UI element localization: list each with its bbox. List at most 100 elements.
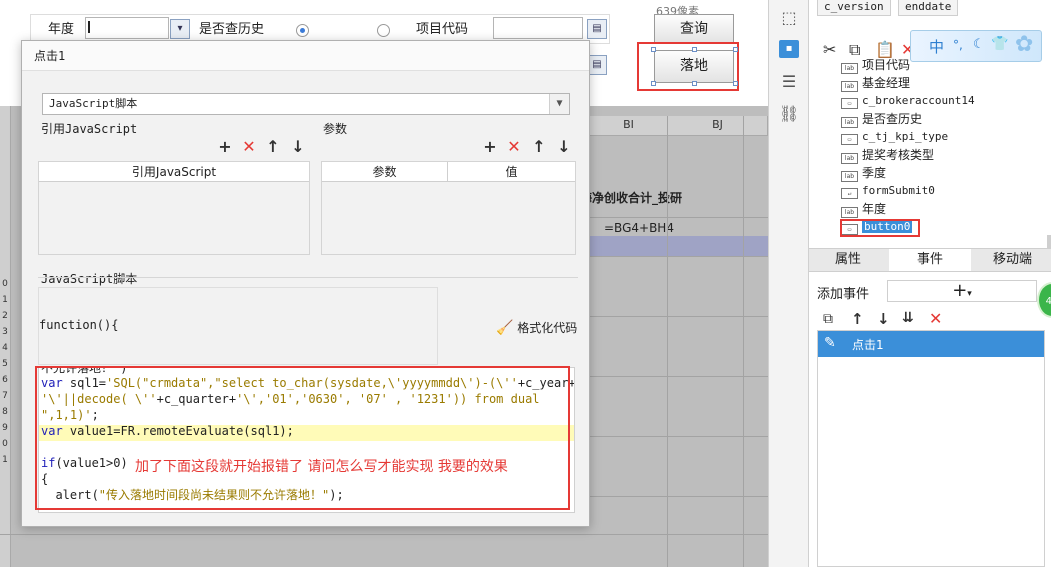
event-list-item[interactable]: ✎ 点击1 <box>818 331 1044 357</box>
params-label: 参数 <box>323 122 348 136</box>
label-widget-icon: lab <box>841 81 858 92</box>
remove-param-icon[interactable]: ✕ <box>506 139 522 155</box>
remove-ref-icon[interactable]: ✕ <box>241 139 257 155</box>
event-editor-dialog: 点击1 JavaScript脚本 ▼ 引用JavaScript 参数 + ✕ ↑… <box>21 40 590 527</box>
grid-line <box>590 376 768 377</box>
add-ref-icon[interactable]: + <box>217 139 233 155</box>
scrollbar[interactable] <box>1047 235 1051 249</box>
delete-event-icon[interactable]: ✕ <box>929 309 942 328</box>
tree-item[interactable]: lab 季度 <box>841 164 886 182</box>
resize-handle[interactable] <box>651 81 656 86</box>
move-up-ref-icon[interactable]: ↑ <box>265 139 281 155</box>
resize-handle[interactable] <box>733 81 738 86</box>
text-cursor <box>88 21 90 33</box>
value-column-header: 值 <box>448 162 575 182</box>
param-chip-enddate[interactable]: enddate <box>898 0 959 16</box>
move-bottom-icon[interactable]: ⇊ <box>902 310 914 326</box>
tree-item[interactable]: lab 基金经理 <box>841 74 910 92</box>
move-up-icon[interactable]: ↑ <box>851 310 864 328</box>
link-icon[interactable]: ⛓ <box>779 104 799 124</box>
widget-icon[interactable]: ▪ <box>779 40 799 58</box>
tree-item-label: formSubmit0 <box>862 184 935 197</box>
format-code-label: 格式化代码 <box>517 321 578 335</box>
param-chip-version[interactable]: c_version <box>817 0 891 16</box>
tree-item[interactable]: lab 项目代码 <box>841 56 910 74</box>
event-item-label: 点击1 <box>852 338 884 352</box>
button0-highlight <box>840 219 920 237</box>
row-number: 7 <box>2 391 8 401</box>
label-widget-icon: lab <box>841 63 858 74</box>
second-picker-button[interactable]: ▤ <box>587 55 607 75</box>
chevron-down-icon[interactable]: ▼ <box>549 94 569 114</box>
add-param-icon[interactable]: + <box>482 139 498 155</box>
row-number: 2 <box>2 311 8 321</box>
grid-line <box>590 496 768 497</box>
project-code-picker-button[interactable]: ▤ <box>587 19 607 39</box>
layers-icon[interactable]: ☰ <box>779 72 799 92</box>
move-up-param-icon[interactable]: ↑ <box>531 139 547 155</box>
resize-handle[interactable] <box>733 47 738 52</box>
script-type-select[interactable]: JavaScript脚本 ▼ <box>42 93 570 115</box>
ime-toolbar[interactable]: 中 °, ☾ 👕 ✿ <box>910 30 1042 62</box>
tab-events[interactable]: 事件 <box>889 249 971 271</box>
history-radio-yes[interactable] <box>296 24 309 37</box>
grid-line <box>743 116 744 567</box>
chevron-down-icon: ▾ <box>967 289 972 299</box>
tree-item[interactable]: ↵ formSubmit0 <box>841 182 935 200</box>
tree-item[interactable]: ▭ c_brokeraccount14 <box>841 92 975 110</box>
history-radio-no[interactable] <box>377 24 390 37</box>
panel-tabs: 属性 事件 移动端 <box>809 248 1051 272</box>
query-button[interactable]: 查询 <box>654 14 734 44</box>
badge[interactable]: 49 <box>1037 282 1051 318</box>
label-widget-icon: lab <box>841 153 858 164</box>
dialog-title: 点击1 <box>22 41 589 71</box>
param-column-header: 参数 <box>322 162 448 182</box>
year-input[interactable] <box>85 17 169 39</box>
year-dropdown-button[interactable]: ▾ <box>170 19 190 39</box>
tree-item[interactable]: lab 提奖考核类型 <box>841 146 934 164</box>
project-code-input[interactable] <box>493 17 583 39</box>
tree-item[interactable]: ▭ c_tj_kpi_type <box>841 128 948 146</box>
move-down-ref-icon[interactable]: ↓ <box>290 139 306 155</box>
tree-item-label: c_tj_kpi_type <box>862 130 949 143</box>
move-down-param-icon[interactable]: ↓ <box>556 139 572 155</box>
landing-button[interactable]: 落地 <box>654 50 734 83</box>
divider <box>38 277 578 278</box>
widget-panel: c_version enddate ✂ ⧉ 📋 ✕ lab 项目代码 lab 基金经… <box>808 0 1051 567</box>
row-number: 6 <box>2 375 8 385</box>
ref-js-label: 引用JavaScript <box>41 122 138 136</box>
selected-row-band <box>590 236 768 256</box>
tree-item-label: c_brokeraccount14 <box>862 94 975 107</box>
tree-item-label: 提奖考核类型 <box>862 148 935 162</box>
grid-line <box>0 534 768 535</box>
tab-properties[interactable]: 属性 <box>809 249 887 271</box>
frame-icon[interactable]: ⬚ <box>779 8 799 28</box>
grid-line <box>590 436 768 437</box>
text-field-icon: ▭ <box>841 134 858 145</box>
cut-icon[interactable]: ✂ <box>823 40 836 59</box>
add-event-dropdown[interactable]: +▾ <box>887 280 1037 302</box>
row-number: 0 <box>2 279 8 289</box>
resize-handle[interactable] <box>692 81 697 86</box>
script-section-label: JavaScript脚本 <box>41 272 138 286</box>
tree-item[interactable]: lab 是否查历史 <box>841 110 922 128</box>
tab-mobile[interactable]: 移动端 <box>973 249 1051 271</box>
ime-punctuation-icon: °, <box>953 38 963 52</box>
flower-icon: ✿ <box>1015 32 1034 57</box>
copy-event-icon[interactable]: ⧉ <box>823 311 833 327</box>
moon-icon: ☾ <box>973 37 985 52</box>
sheet-header-cell[interactable]: 海净创收合计_投研 <box>580 189 690 206</box>
tree-item[interactable]: lab 年度 <box>841 200 886 218</box>
plus-icon: + <box>952 280 968 301</box>
tree-item-label: 季度 <box>862 166 887 180</box>
column-header-bj[interactable]: BJ <box>668 116 768 136</box>
format-code-button[interactable]: 🧹 格式化代码 <box>496 319 577 336</box>
move-down-icon[interactable]: ↓ <box>877 310 890 328</box>
resize-handle[interactable] <box>651 47 656 52</box>
column-header-bi[interactable]: BI <box>590 116 668 136</box>
grid-line <box>667 116 668 567</box>
annotation-text: 加了下面这段就开始报错了 请问怎么写才能实现 我要的效果 <box>135 459 508 475</box>
edit-icon: ✎ <box>824 335 836 351</box>
formula-cell[interactable]: =BG4+BH4 <box>604 221 674 235</box>
resize-handle[interactable] <box>692 47 697 52</box>
